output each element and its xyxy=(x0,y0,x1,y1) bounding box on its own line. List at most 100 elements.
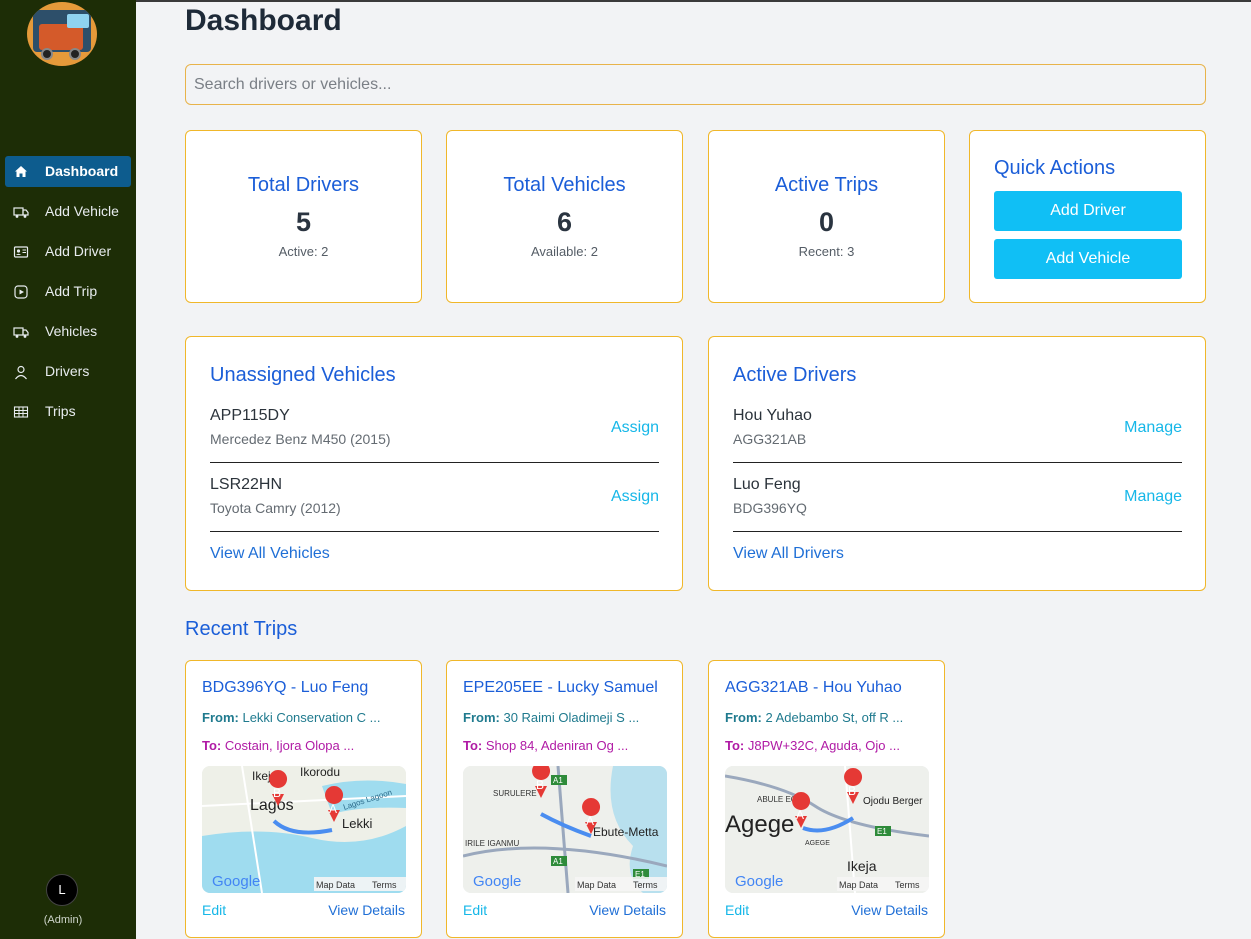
stat-value: 5 xyxy=(295,207,312,237)
trip-map[interactable]: Ikeja Ikorodu Lagos Lekki Lagos Lagoon B… xyxy=(202,766,406,893)
map-label: Ojodu Berger xyxy=(863,796,923,807)
map-terms-label: Terms xyxy=(895,880,920,890)
truck-icon xyxy=(13,327,29,338)
sidebar-item-trips[interactable]: Trips xyxy=(5,396,131,427)
list-item: Luo Feng BDG396YQ Manage xyxy=(733,476,1182,532)
driver-plate: AGG321AB xyxy=(733,431,807,447)
user-role: (Admin) xyxy=(43,914,83,926)
trip-map[interactable]: ABULE EGBA Agege Ojodu Berger AGEGE Ikej… xyxy=(725,766,929,893)
svg-text:A: A xyxy=(796,808,804,822)
to-label: To: xyxy=(463,738,483,753)
trip-card: EPE205EE - Lucky Samuel From: 30 Raimi O… xyxy=(446,660,683,938)
list-item: Hou Yuhao AGG321AB Manage xyxy=(733,407,1182,463)
sidebar-item-add-trip[interactable]: Add Trip xyxy=(5,276,131,307)
to-value: Costain, Ijora Olopa ... xyxy=(224,738,355,753)
stat-subtext: Active: 2 xyxy=(278,244,329,259)
trip-to: To: Shop 84, Adeniran Og ... xyxy=(463,738,628,753)
from-value: 2 Adebambo St, off R ... xyxy=(765,710,904,725)
svg-text:B: B xyxy=(273,786,281,800)
sidebar-item-label: Add Vehicle xyxy=(45,203,119,219)
stat-value: 0 xyxy=(818,207,835,237)
manage-link[interactable]: Manage xyxy=(1124,488,1182,506)
stat-subtext: Available: 2 xyxy=(531,244,598,259)
svg-text:A: A xyxy=(586,814,594,828)
stat-title: Total Drivers xyxy=(247,174,360,196)
manage-link[interactable]: Manage xyxy=(1124,419,1182,437)
stat-title: Total Vehicles xyxy=(503,174,626,196)
edit-link[interactable]: Edit xyxy=(725,902,749,918)
map-label: SURULERE xyxy=(493,789,537,798)
sidebar-item-label: Drivers xyxy=(45,363,90,379)
trip-to: To: Costain, Ijora Olopa ... xyxy=(202,738,354,753)
trip-title[interactable]: BDG396YQ - Luo Feng xyxy=(202,679,368,697)
sidebar-item-add-vehicle[interactable]: Add Vehicle xyxy=(5,196,131,227)
svg-text:A1: A1 xyxy=(553,857,563,866)
recent-trips-title: Recent Trips xyxy=(185,618,298,640)
view-details-link[interactable]: View Details xyxy=(328,902,405,918)
from-label: From: xyxy=(202,710,239,725)
map-label: A1 xyxy=(553,776,563,785)
map-data-label: Map Data xyxy=(839,880,878,890)
stat-card-total-drivers: Total Drivers 5 Active: 2 xyxy=(185,130,422,303)
stat-card-active-trips: Active Trips 0 Recent: 3 xyxy=(708,130,945,303)
vehicle-model: Toyota Camry (2012) xyxy=(210,500,341,516)
map-label: Agege xyxy=(725,811,794,838)
quick-actions-title: Quick Actions xyxy=(994,157,1116,179)
stat-title: Active Trips xyxy=(774,174,879,196)
sidebar-item-label: Dashboard xyxy=(45,163,119,179)
map-data-label: Map Data xyxy=(316,880,355,890)
map-label: Ikorodu xyxy=(300,766,340,779)
from-value: Lekki Conservation C ... xyxy=(242,710,381,725)
map-label: Ikeja xyxy=(847,858,877,874)
view-all-drivers-link[interactable]: View All Drivers xyxy=(733,545,844,563)
add-driver-button[interactable]: Add Driver xyxy=(994,191,1182,231)
map-brand: Google xyxy=(735,873,783,890)
plus-circle-icon xyxy=(14,285,28,299)
from-label: From: xyxy=(463,710,500,725)
view-all-vehicles-link[interactable]: View All Vehicles xyxy=(210,545,330,563)
map-label: E1 xyxy=(877,827,887,836)
add-vehicle-button[interactable]: Add Vehicle xyxy=(994,239,1182,279)
assign-link[interactable]: Assign xyxy=(611,419,659,437)
sidebar-item-drivers[interactable]: Drivers xyxy=(5,356,131,387)
svg-text:A: A xyxy=(329,802,337,816)
edit-link[interactable]: Edit xyxy=(202,902,226,918)
sidebar-item-add-driver[interactable]: Add Driver xyxy=(5,236,131,267)
sidebar-item-label: Trips xyxy=(45,403,76,419)
map-terms-label: Terms xyxy=(372,880,397,890)
to-label: To: xyxy=(725,738,745,753)
to-label: To: xyxy=(202,738,222,753)
sidebar-item-dashboard[interactable]: Dashboard xyxy=(5,156,131,187)
sidebar-item-label: Add Driver xyxy=(45,243,112,259)
user-icon xyxy=(15,365,27,380)
sidebar-item-vehicles[interactable]: Vehicles xyxy=(5,316,131,347)
stat-card-total-vehicles: Total Vehicles 6 Available: 2 xyxy=(446,130,683,303)
trip-from: From: Lekki Conservation C ... xyxy=(202,710,380,725)
edit-link[interactable]: Edit xyxy=(463,902,487,918)
trip-title[interactable]: AGG321AB - Hou Yuhao xyxy=(725,679,902,697)
assign-link[interactable]: Assign xyxy=(611,488,659,506)
stat-value: 6 xyxy=(556,207,573,237)
view-details-link[interactable]: View Details xyxy=(589,902,666,918)
trip-title[interactable]: EPE205EE - Lucky Samuel xyxy=(463,679,658,697)
stat-subtext: Recent: 3 xyxy=(798,244,855,259)
search-input[interactable] xyxy=(185,64,1206,105)
view-details-link[interactable]: View Details xyxy=(851,902,928,918)
map-label: AGEGE xyxy=(805,840,830,847)
truck-plus-icon xyxy=(13,207,29,218)
trip-to: To: J8PW+32C, Aguda, Ojo ... xyxy=(725,738,900,753)
from-label: From: xyxy=(725,710,762,725)
app-logo[interactable] xyxy=(27,2,97,66)
list-item: LSR22HN Toyota Camry (2012) Assign xyxy=(210,476,659,532)
active-drivers-panel: Active Drivers Hou Yuhao AGG321AB Manage… xyxy=(708,336,1206,591)
map-data-label: Map Data xyxy=(577,880,616,890)
to-value: J8PW+32C, Aguda, Ojo ... xyxy=(747,738,900,753)
map-label: Lekki xyxy=(342,816,372,831)
panel-title: Unassigned Vehicles xyxy=(210,364,396,386)
vehicle-plate: LSR22HN xyxy=(210,476,283,493)
route-icon xyxy=(13,406,29,418)
map-terms-label: Terms xyxy=(633,880,658,890)
user-avatar[interactable]: L xyxy=(46,874,78,906)
trip-map[interactable]: A1 A1 E1 SURULERE Ebute-Metta IRILE IGAN… xyxy=(463,766,667,893)
sidebar-nav: Dashboard Add Vehicle Add Driver Add Tri… xyxy=(5,156,131,436)
